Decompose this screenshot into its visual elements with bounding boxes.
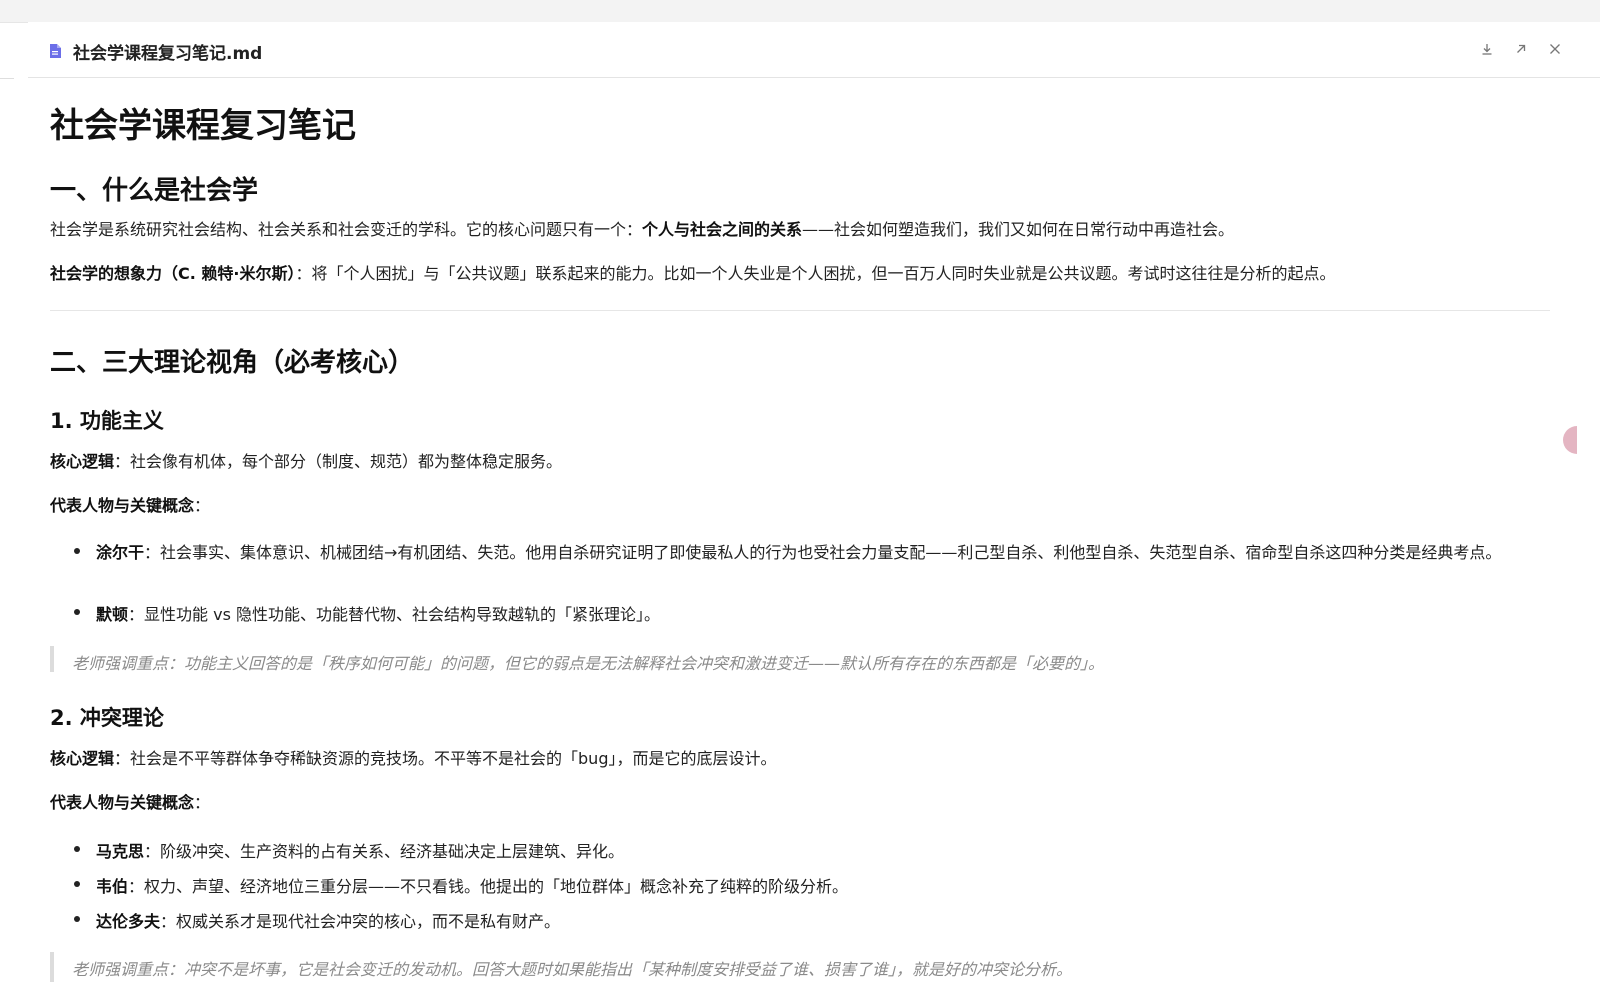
download-button[interactable] xyxy=(1477,39,1497,59)
list-item-text: ：显性功能 vs 隐性功能、功能替代物、社会结构导致越轨的「紧张理论」。 xyxy=(128,605,660,624)
conflict-theory-heading: 2. 冲突理论 xyxy=(50,706,164,730)
list-item-text: ：权力、声望、经济地位三重分层——不只看钱。他提出的「地位群体」概念补充了纯粹的… xyxy=(128,877,849,896)
file-name: 社会学课程复习笔记.md xyxy=(73,44,263,64)
open-external-icon xyxy=(1517,44,1526,53)
bullet xyxy=(74,609,80,615)
figures-label: 代表人物与关键概念 xyxy=(50,793,195,812)
list-item-name: 达伦多夫 xyxy=(96,912,161,931)
core-logic-label: 核心逻辑 xyxy=(50,749,115,768)
bullet xyxy=(74,846,80,852)
figures-label: 代表人物与关键概念 xyxy=(50,496,195,515)
functionalism-figures-label: 代表人物与关键概念： xyxy=(50,492,210,516)
conflict-figures-label: 代表人物与关键概念： xyxy=(50,789,210,813)
section-1-paragraph-1: 社会学是系统研究社会结构、社会关系和社会变迁的学科。它的核心问题只有一个：个人与… xyxy=(50,216,1234,240)
core-logic-text: ：社会像有机体，每个部分（制度、规范）都为整体稳定服务。 xyxy=(114,452,563,471)
list-item-dahrendorf: 达伦多夫：权威关系才是现代社会冲突的核心，而不是私有财产。 xyxy=(96,908,560,932)
conflict-core-logic: 核心逻辑：社会是不平等群体争夺稀缺资源的竞技场。不平等不是社会的「bug」，而是… xyxy=(50,745,776,769)
left-panel-edge xyxy=(0,22,14,79)
file-preview-panel: 社会学课程复习笔记.md 社会学课程复习笔记 一、什么是社会学 社会学是系统研究… xyxy=(28,22,1600,998)
figures-colon: ： xyxy=(194,496,211,515)
core-logic-label: 核心逻辑 xyxy=(50,452,115,471)
figures-colon: ： xyxy=(194,793,211,812)
list-item-merton: 默顿：显性功能 vs 隐性功能、功能替代物、社会结构导致越轨的「紧张理论」。 xyxy=(96,601,660,625)
list-item-name: 马克思 xyxy=(96,842,145,861)
conflict-blockquote: 老师强调重点：冲突不是坏事，它是社会变迁的发动机。回答大题时如果能指出「某种制度… xyxy=(72,960,1073,979)
p1-text-end: ——社会如何塑造我们，我们又如何在日常行动中再造社会。 xyxy=(802,220,1235,239)
horizontal-rule xyxy=(50,310,1550,311)
close-icon xyxy=(1550,44,1560,54)
download-icon xyxy=(1482,44,1492,55)
bullet xyxy=(74,916,80,922)
blockquote-bar xyxy=(50,646,54,672)
list-item-text: ：权威关系才是现代社会冲突的核心，而不是私有财产。 xyxy=(160,912,561,931)
functionalism-heading: 1. 功能主义 xyxy=(50,409,164,433)
window-top-bar xyxy=(0,0,1600,23)
markdown-file-icon xyxy=(49,43,61,58)
p1-bold: 个人与社会之间的关系 xyxy=(642,220,803,239)
section-1-paragraph-2: 社会学的想象力（C. 赖特·米尔斯）：将「个人困扰」与「公共议题」联系起来的能力… xyxy=(50,260,1336,284)
list-item-name: 涂尔干 xyxy=(96,543,145,562)
list-item-text: ：社会事实、集体意识、机械团结→有机团结、失范。他用自杀研究证明了即使最私人的行… xyxy=(144,543,1502,562)
blockquote-bar xyxy=(50,952,54,982)
document-title: 社会学课程复习笔记 xyxy=(50,106,356,146)
core-logic-text: ：社会是不平等群体争夺稀缺资源的竞技场。不平等不是社会的「bug」，而是它的底层… xyxy=(114,749,777,768)
open-external-button[interactable] xyxy=(1511,39,1531,59)
functionalism-blockquote: 老师强调重点：功能主义回答的是「秩序如何可能」的问题，但它的弱点是无法解释社会冲… xyxy=(72,654,1105,673)
list-item-name: 韦伯 xyxy=(96,877,129,896)
section-2-heading: 二、三大理论视角（必考核心） xyxy=(50,348,415,378)
list-item-weber: 韦伯：权力、声望、经济地位三重分层——不只看钱。他提出的「地位群体」概念补充了纯… xyxy=(96,873,848,897)
markdown-document: 社会学课程复习笔记 一、什么是社会学 社会学是系统研究社会结构、社会关系和社会变… xyxy=(50,78,1560,998)
section-1-heading: 一、什么是社会学 xyxy=(50,176,259,206)
p2-text: ：将「个人困扰」与「公共议题」联系起来的能力。比如一个人失业是个人困扰，但一百万… xyxy=(295,264,1336,283)
p1-text: 社会学是系统研究社会结构、社会关系和社会变迁的学科。它的核心问题只有一个： xyxy=(50,220,643,239)
list-item-name: 默顿 xyxy=(96,605,129,624)
list-item-text: ：阶级冲突、生产资料的占有关系、经济基础决定上层建筑、异化。 xyxy=(144,842,625,861)
functionalism-core-logic: 核心逻辑：社会像有机体，每个部分（制度、规范）都为整体稳定服务。 xyxy=(50,448,562,472)
p2-bold: 社会学的想象力（C. 赖特·米尔斯） xyxy=(50,264,296,283)
close-button[interactable] xyxy=(1545,39,1565,59)
list-item-marx: 马克思：阶级冲突、生产资料的占有关系、经济基础决定上层建筑、异化。 xyxy=(96,838,624,862)
bullet xyxy=(74,881,80,887)
list-item-durkheim: 涂尔干：社会事实、集体意识、机械团结→有机团结、失范。他用自杀研究证明了即使最私… xyxy=(74,540,1552,566)
preview-header: 社会学课程复习笔记.md xyxy=(28,22,1600,78)
